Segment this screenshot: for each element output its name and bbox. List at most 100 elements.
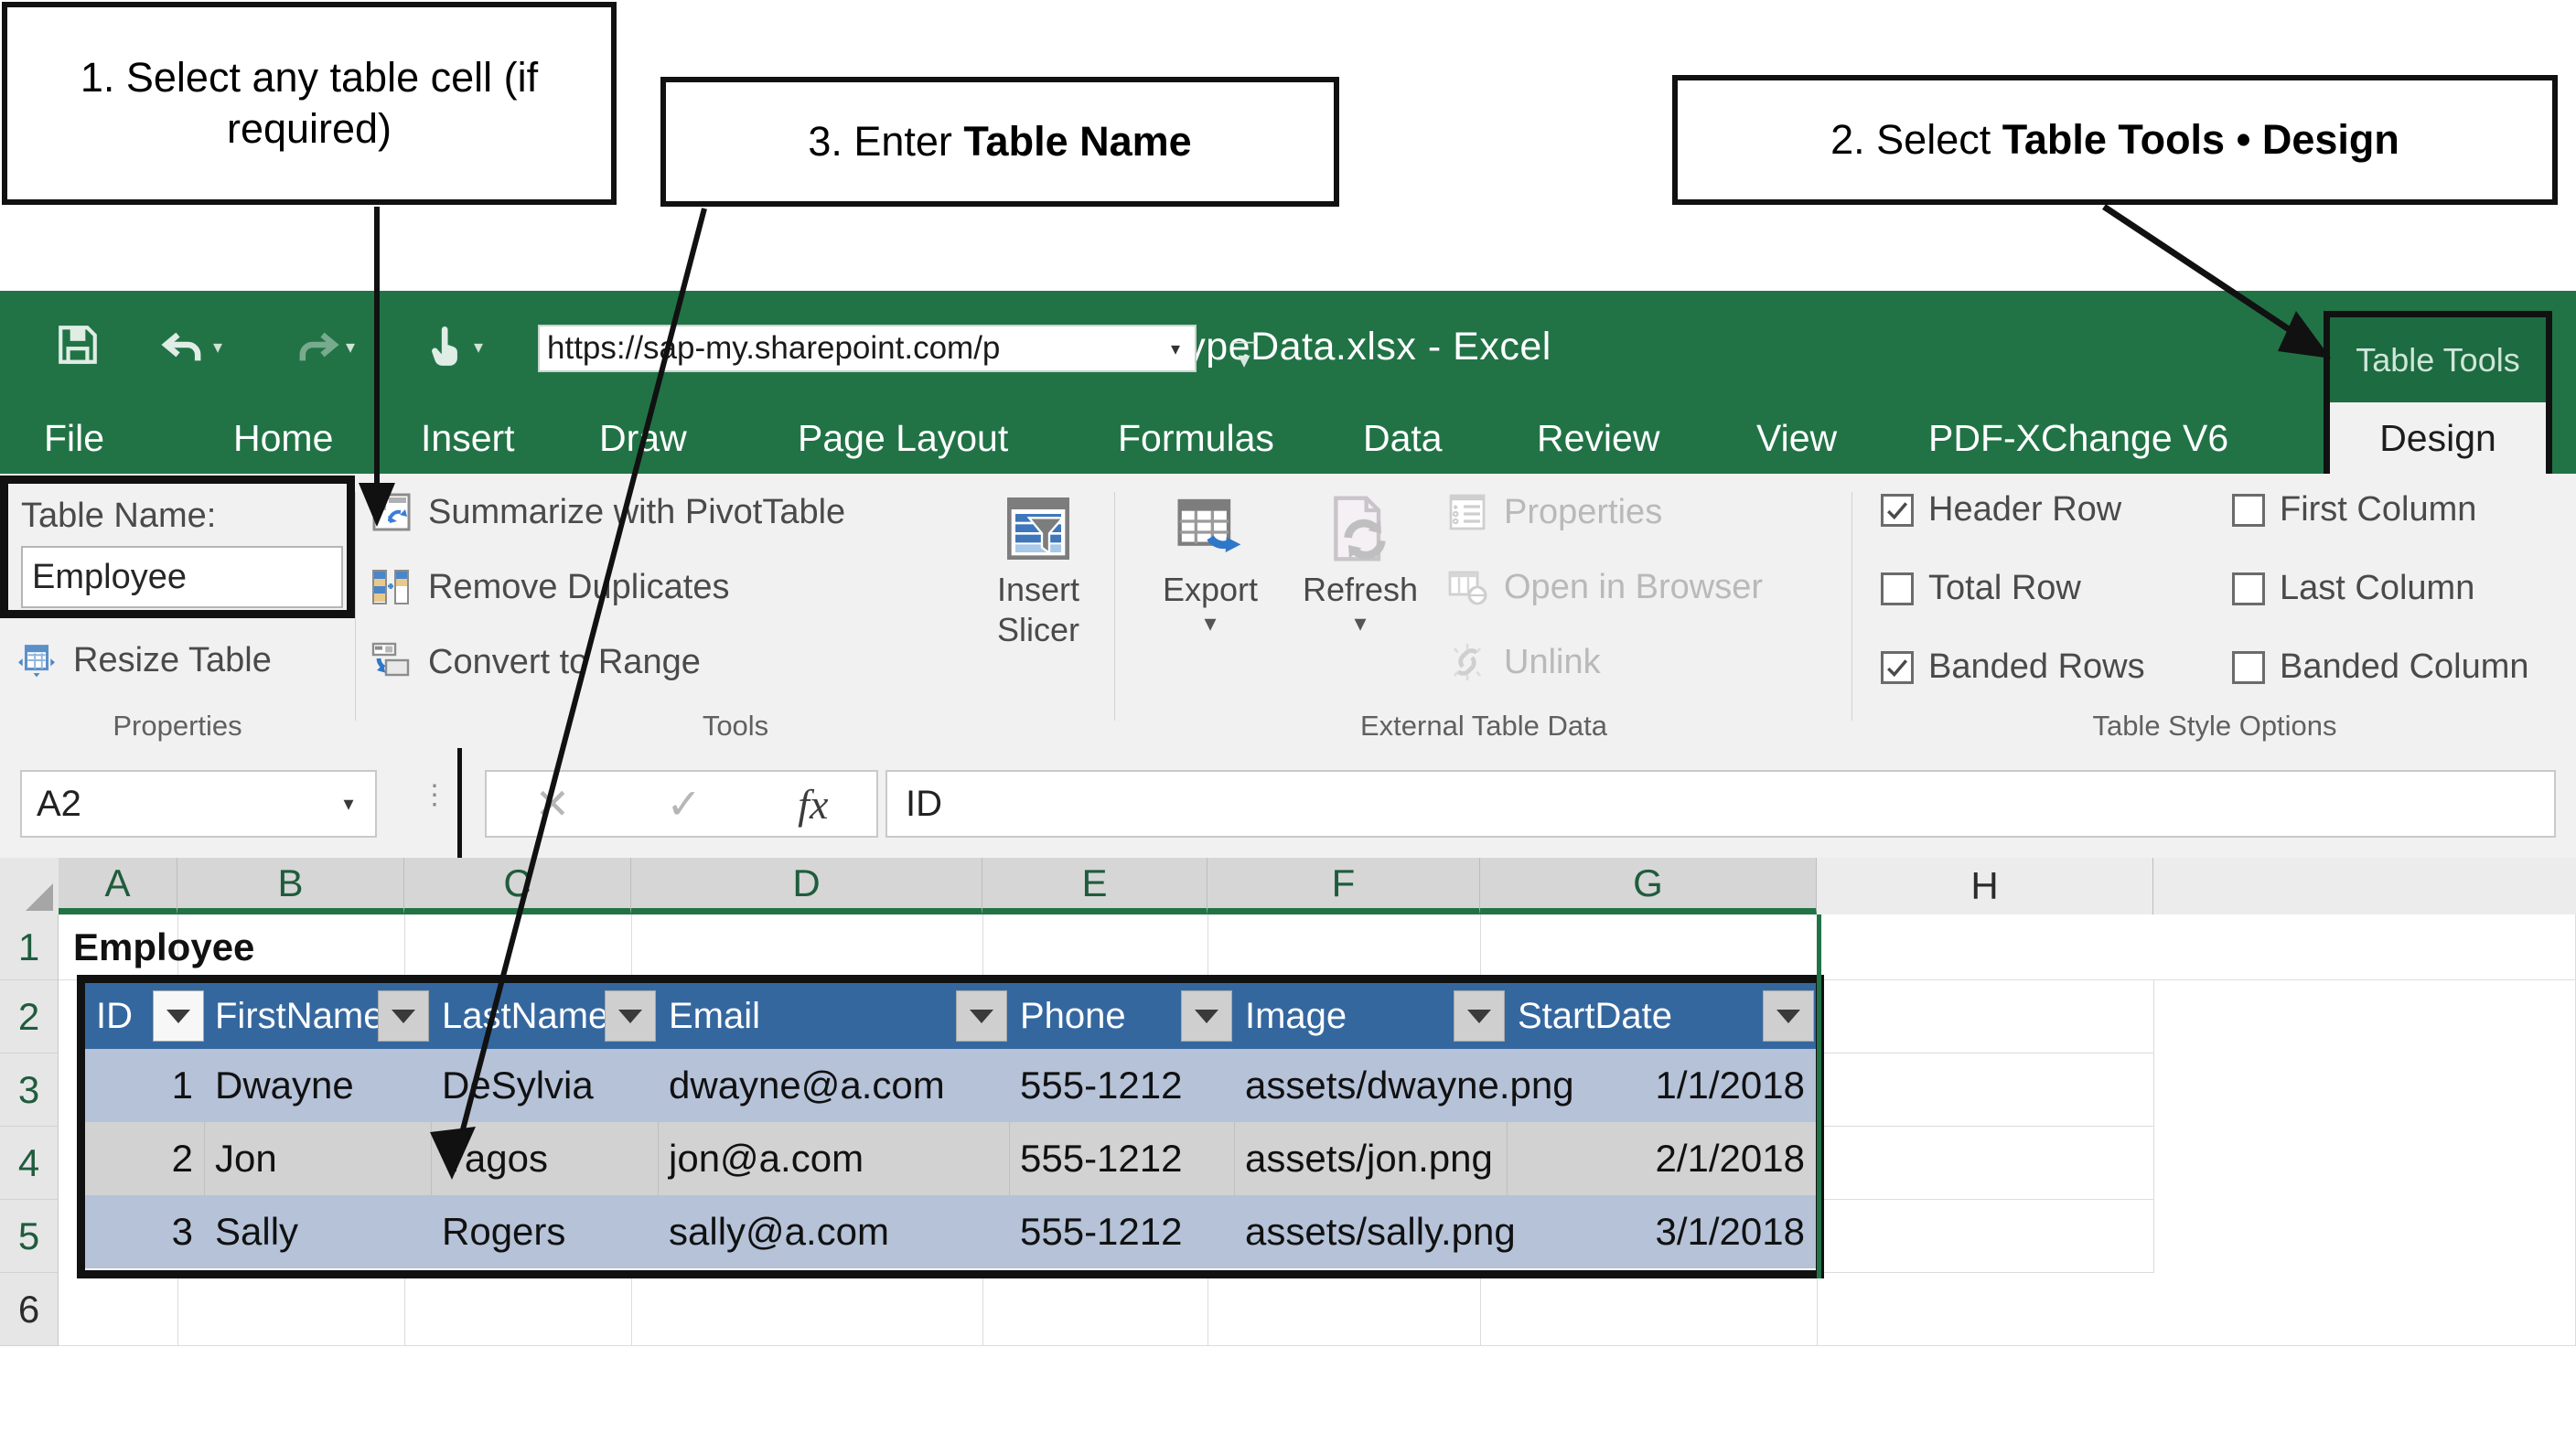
column-header-e[interactable]: E: [982, 858, 1208, 914]
undo-dropdown-caret[interactable]: ▾: [213, 336, 222, 358]
grid-divider-c1: [404, 914, 405, 980]
touch-mode-dropdown-caret[interactable]: ▾: [474, 336, 483, 358]
filter-dropdown-email[interactable]: [956, 990, 1007, 1042]
cell-startdate-3[interactable]: 3/1/2018: [1507, 1195, 1816, 1268]
tab-review[interactable]: Review: [1537, 402, 1659, 474]
formula-input[interactable]: ID: [886, 770, 2556, 838]
column-header-f[interactable]: F: [1208, 858, 1480, 914]
select-all-corner[interactable]: [0, 858, 59, 915]
total-row-checkbox[interactable]: [1881, 572, 1914, 605]
cell-firstname-2[interactable]: Jon: [204, 1122, 431, 1195]
refresh-button[interactable]: Refresh ▾: [1292, 490, 1429, 637]
open-in-browser-label: Open in Browser: [1504, 567, 1764, 606]
insert-function-icon[interactable]: fx: [798, 780, 828, 829]
tab-formulas[interactable]: Formulas: [1118, 402, 1274, 474]
filter-dropdown-id[interactable]: [153, 990, 204, 1042]
column-header-a[interactable]: A: [59, 858, 177, 914]
row-header-5[interactable]: 5: [0, 1200, 59, 1273]
tab-insert[interactable]: Insert: [421, 402, 515, 474]
checkbox-header-row[interactable]: Header Row: [1881, 490, 2121, 529]
export-dropdown-caret[interactable]: ▾: [1204, 609, 1216, 637]
cell-email-1[interactable]: dwayne@a.com: [658, 1049, 1009, 1122]
filter-dropdown-firstname[interactable]: [378, 990, 429, 1042]
touch-mode-icon[interactable]: [423, 322, 468, 372]
chevron-down-icon[interactable]: ▾: [1156, 337, 1195, 360]
cell-id-1[interactable]: 1: [85, 1049, 204, 1122]
cell-lastname-3[interactable]: Rogers: [431, 1195, 658, 1268]
column-header-d[interactable]: D: [631, 858, 982, 914]
tab-pdf-xchange[interactable]: PDF-XChange V6: [1928, 402, 2228, 474]
tab-data[interactable]: Data: [1363, 402, 1443, 474]
column-header-c[interactable]: C: [404, 858, 631, 914]
cancel-icon[interactable]: ✕: [535, 779, 571, 829]
checkbox-total-row[interactable]: Total Row: [1881, 569, 2081, 608]
remove-duplicates-button[interactable]: Remove Duplicates: [368, 563, 729, 611]
cell-startdate-2[interactable]: 2/1/2018: [1507, 1122, 1816, 1195]
column-header-g[interactable]: G: [1480, 858, 1817, 914]
filter-dropdown-image[interactable]: [1454, 990, 1505, 1042]
summarize-with-pivottable-button[interactable]: Summarize with PivotTable: [368, 488, 845, 536]
resize-table-button[interactable]: Resize Table: [13, 636, 272, 684]
checkbox-banded-column[interactable]: Banded Column: [2232, 647, 2529, 687]
quick-access-more-icon[interactable]: — ▾: [1226, 328, 1262, 371]
open-in-browser-icon: [1444, 563, 1491, 611]
tab-view[interactable]: View: [1756, 402, 1837, 474]
refresh-label: Refresh: [1302, 571, 1419, 608]
cell-id-2[interactable]: 2: [85, 1122, 204, 1195]
tab-file[interactable]: File: [44, 402, 104, 474]
row-header-3[interactable]: 3: [0, 1053, 59, 1127]
cell-id-3[interactable]: 3: [85, 1195, 204, 1268]
banded-column-checkbox[interactable]: [2232, 650, 2265, 684]
row-header-1[interactable]: 1: [0, 914, 59, 980]
cell-image-1[interactable]: assets/dwayne.png: [1234, 1049, 1574, 1122]
insert-slicer-button[interactable]: Insert Slicer: [970, 490, 1107, 647]
convert-to-range-button[interactable]: Convert to Range: [368, 638, 701, 686]
cell-firstname-1[interactable]: Dwayne: [204, 1049, 431, 1122]
last-column-checkbox[interactable]: [2232, 572, 2265, 605]
tab-design[interactable]: Design: [2324, 402, 2552, 474]
column-header-extra[interactable]: [2153, 858, 2576, 914]
cell-phone-2[interactable]: 555-1212: [1009, 1122, 1234, 1195]
checkbox-banded-rows[interactable]: Banded Rows: [1881, 647, 2145, 687]
cell-image-2[interactable]: assets/jon.png: [1234, 1122, 1507, 1195]
save-icon[interactable]: [55, 322, 101, 372]
checkbox-first-column[interactable]: First Column: [2232, 490, 2476, 529]
quick-access-toolbar: [55, 291, 101, 402]
document-location-box[interactable]: https://sap-my.sharepoint.com/p ▾: [538, 325, 1197, 372]
row-header-4[interactable]: 4: [0, 1127, 59, 1200]
undo-icon[interactable]: [160, 321, 208, 373]
redo-dropdown-caret[interactable]: ▾: [346, 336, 355, 358]
cell-lastname-1[interactable]: DeSylvia: [431, 1049, 658, 1122]
row-header-6[interactable]: 6: [0, 1273, 59, 1346]
filter-dropdown-startdate[interactable]: [1763, 990, 1814, 1042]
cell-phone-3[interactable]: 555-1212: [1009, 1195, 1234, 1268]
row-header-2[interactable]: 2: [0, 980, 59, 1053]
filter-dropdown-lastname[interactable]: [605, 990, 656, 1042]
cell-lastname-2[interactable]: Yagos: [431, 1122, 658, 1195]
column-header-h[interactable]: H: [1817, 858, 2153, 914]
redo-icon[interactable]: [293, 321, 340, 373]
cell-email-3[interactable]: sally@a.com: [658, 1195, 1009, 1268]
column-header-b[interactable]: B: [177, 858, 404, 914]
refresh-dropdown-caret[interactable]: ▾: [1354, 609, 1366, 637]
formula-bar-drag-handle[interactable]: ⋮: [421, 782, 448, 809]
banded-rows-checkbox[interactable]: [1881, 650, 1914, 684]
name-box[interactable]: A2 ▾: [20, 770, 377, 838]
tab-page-layout[interactable]: Page Layout: [798, 402, 1008, 474]
table-name-input[interactable]: Employee: [21, 546, 343, 608]
cell-phone-1[interactable]: 555-1212: [1009, 1049, 1234, 1122]
header-row-checkbox[interactable]: [1881, 493, 1914, 527]
tab-draw[interactable]: Draw: [599, 402, 687, 474]
first-column-checkbox[interactable]: [2232, 493, 2265, 527]
export-button[interactable]: Export ▾: [1142, 490, 1279, 637]
confirm-icon[interactable]: ✓: [666, 779, 702, 829]
filter-dropdown-phone[interactable]: [1181, 990, 1232, 1042]
cell-image-3[interactable]: assets/sally.png: [1234, 1195, 1516, 1268]
cell-email-2[interactable]: jon@a.com: [658, 1122, 1009, 1195]
tab-home[interactable]: Home: [233, 402, 333, 474]
cell-a1-value[interactable]: Employee: [73, 914, 254, 980]
chevron-down-icon[interactable]: ▾: [322, 792, 375, 816]
checkbox-last-column[interactable]: Last Column: [2232, 569, 2474, 608]
cell-startdate-1[interactable]: 1/1/2018: [1507, 1049, 1816, 1122]
cell-firstname-3[interactable]: Sally: [204, 1195, 431, 1268]
